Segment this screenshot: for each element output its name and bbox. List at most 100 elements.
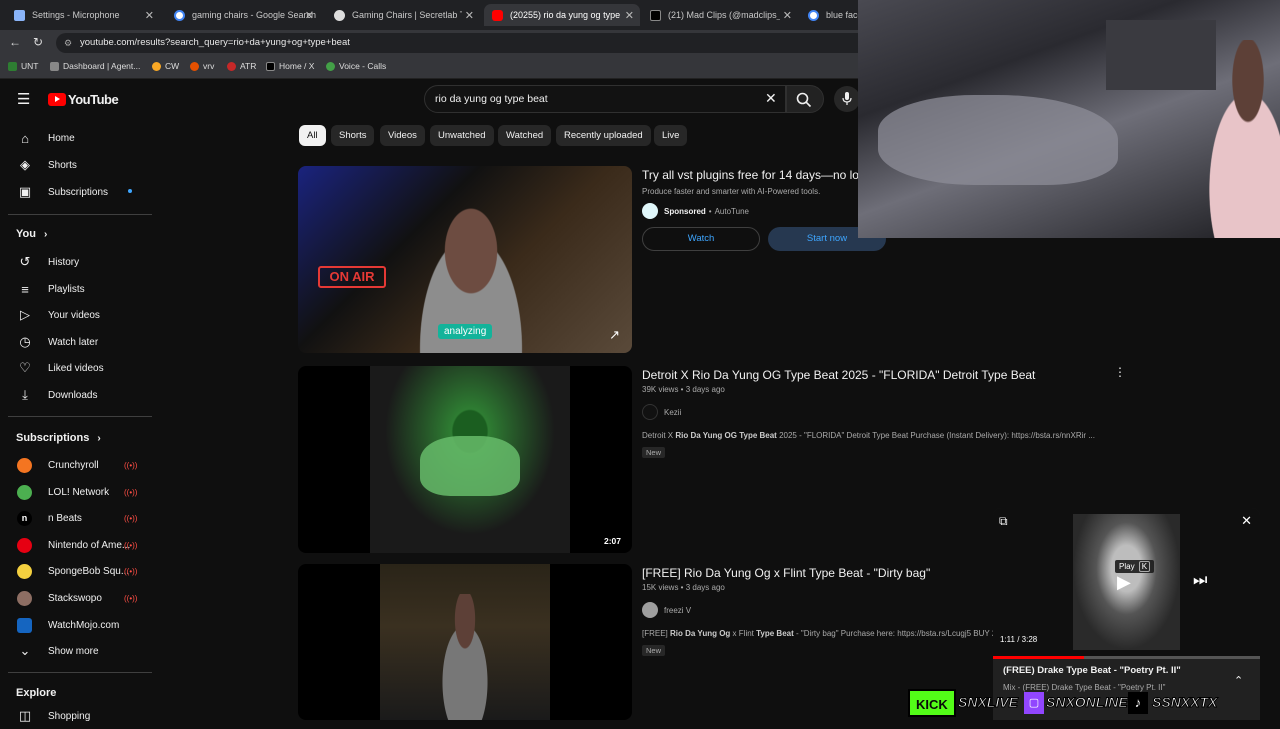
- sidebar-sub-item[interactable]: LOL! Network ((•)): [0, 479, 152, 505]
- you-section-header[interactable]: You ›: [16, 228, 47, 240]
- bookmark-item[interactable]: ATR: [227, 61, 256, 71]
- expand-icon[interactable]: ⧉: [999, 514, 1008, 529]
- more-options-icon[interactable]: ⋮: [1114, 365, 1126, 379]
- shorts-icon: ◈: [20, 157, 30, 172]
- search-input[interactable]: rio da yung og type beat: [435, 93, 548, 105]
- bookmark-item[interactable]: UNT: [8, 61, 38, 71]
- site-info-icon[interactable]: ⚙: [64, 33, 72, 53]
- x-icon: [650, 9, 661, 21]
- show-more-button[interactable]: ⌄ Show more: [0, 638, 152, 664]
- close-icon[interactable]: ✕: [1241, 513, 1252, 529]
- next-track-icon[interactable]: ⏭: [1193, 572, 1207, 590]
- browser-tab[interactable]: Gaming Chairs | Secretlab TITAN ✕: [326, 4, 480, 26]
- chip-videos[interactable]: Videos: [380, 125, 425, 146]
- progress-fill: [993, 656, 1084, 659]
- chip-shorts[interactable]: Shorts: [331, 125, 375, 146]
- sidebar-item-watch-later[interactable]: ◷ Watch later: [0, 329, 152, 355]
- channel-name: Kezii: [664, 407, 682, 417]
- sidebar-sub-item[interactable]: n n Beats ((•)): [0, 505, 152, 531]
- chip-unwatched[interactable]: Unwatched: [430, 125, 494, 146]
- play-icon[interactable]: ▶: [1117, 572, 1131, 593]
- channel-avatar: [642, 404, 658, 420]
- sidebar-item-subscriptions[interactable]: ▣ Subscriptions: [0, 179, 152, 205]
- bookmark-item[interactable]: Voice - Calls: [326, 61, 386, 71]
- kick-handle: SNXLIVE: [958, 694, 1019, 711]
- video-thumbnail[interactable]: 2:07: [298, 366, 632, 553]
- sidebar-item-label: Crunchyroll: [48, 459, 99, 471]
- close-tab-icon[interactable]: ✕: [783, 9, 792, 22]
- miniplayer-title[interactable]: (FREE) Drake Type Beat - "Poetry Pt. II": [1003, 665, 1181, 676]
- address-bar[interactable]: ⚙ youtube.com/results?search_query=rio+d…: [56, 33, 876, 53]
- ad-thumbnail[interactable]: ON AIR analyzing ↗: [298, 166, 632, 353]
- miniplayer-video[interactable]: ⧉ ✕ Play K ▶ ⏭ 1:11 / 3:28: [993, 508, 1260, 656]
- subscriptions-section-header[interactable]: Subscriptions ›: [16, 432, 101, 444]
- sidebar-sub-item[interactable]: Stackswopo ((•)): [0, 585, 152, 611]
- browser-tab[interactable]: Settings - Microphone ✕: [6, 4, 160, 26]
- sidebar-item-shopping[interactable]: ◫ Shopping: [0, 703, 152, 729]
- chip-watched[interactable]: Watched: [498, 125, 552, 146]
- browser-tab-active[interactable]: (20255) rio da yung og type be ✕: [484, 4, 640, 26]
- search-box[interactable]: rio da yung og type beat ✕: [424, 85, 786, 113]
- ad-title[interactable]: Try all vst plugins free for 14 days—no …: [642, 168, 858, 182]
- close-tab-icon[interactable]: ✕: [625, 9, 634, 22]
- bookmark-item[interactable]: CW: [152, 61, 179, 71]
- webcam-feed: [858, 0, 1280, 238]
- browser-tab[interactable]: (21) Mad Clips (@madclips_) / X ✕: [642, 4, 798, 26]
- caption-overlay: analyzing: [438, 324, 493, 339]
- chip-all[interactable]: All: [299, 125, 326, 146]
- sidebar-sub-item[interactable]: Nintendo of Ame... ((•)): [0, 532, 152, 558]
- channel-row[interactable]: freezi V: [642, 602, 691, 618]
- sidebar-item-label: Home: [48, 132, 75, 144]
- section-header-label: You: [16, 228, 36, 240]
- progress-bar[interactable]: [993, 656, 1260, 659]
- ad-watch-button[interactable]: Watch: [642, 227, 760, 251]
- clear-search-icon[interactable]: ✕: [765, 90, 777, 107]
- bookmark-item[interactable]: Dashboard | Agent...: [50, 61, 140, 71]
- sidebar-sub-item[interactable]: WatchMojo.com: [0, 612, 152, 638]
- bookmark-item[interactable]: Home / X: [266, 61, 314, 71]
- channel-avatar: n: [17, 510, 32, 526]
- bookmark-item[interactable]: vrv: [190, 61, 214, 71]
- browser-tab[interactable]: blue face r: [800, 4, 858, 26]
- channel-row[interactable]: Kezii: [642, 404, 681, 420]
- chevron-up-icon[interactable]: ⌃: [1234, 674, 1243, 687]
- video-thumbnail[interactable]: [298, 564, 632, 720]
- sidebar-sub-item[interactable]: Crunchyroll ((•)): [0, 452, 152, 478]
- hamburger-menu-icon[interactable]: ☰: [17, 90, 30, 108]
- sidebar-item-history[interactable]: ↺ History: [0, 249, 152, 275]
- close-tab-icon[interactable]: ✕: [145, 9, 154, 22]
- live-icon: ((•)): [124, 487, 138, 497]
- sidebar-item-label: SpongeBob Squ...: [48, 565, 130, 577]
- sidebar-item-your-videos[interactable]: ▷ Your videos: [0, 302, 152, 328]
- video-title[interactable]: Detroit X Rio Da Yung OG Type Beat 2025 …: [642, 368, 1035, 382]
- sidebar-item-downloads[interactable]: ⤓ Downloads: [0, 382, 152, 408]
- twitch-handle: SNXONLINE: [1046, 694, 1129, 711]
- browser-tab[interactable]: gaming chairs - Google Search ✕: [166, 4, 320, 26]
- back-arrow-icon[interactable]: ←: [9, 35, 21, 49]
- thumbs-up-icon: ♡: [19, 360, 31, 375]
- channel-avatar: [17, 457, 32, 473]
- chip-live[interactable]: Live: [654, 125, 688, 146]
- sidebar-item-playlists[interactable]: ≡ Playlists: [0, 276, 152, 302]
- chip-recently-uploaded[interactable]: Recently uploaded: [556, 125, 651, 146]
- external-link-icon[interactable]: ↗: [609, 327, 620, 343]
- explore-section-header: Explore: [16, 687, 57, 699]
- sidebar-item-label: n Beats: [48, 512, 82, 524]
- vrv-icon: [190, 61, 199, 71]
- sidebar-item-shorts[interactable]: ◈ Shorts: [0, 152, 152, 178]
- tab-title: Settings - Microphone: [32, 10, 120, 20]
- sidebar-sub-item[interactable]: SpongeBob Squ... ((•)): [0, 558, 152, 584]
- reload-icon[interactable]: ↻: [33, 35, 43, 49]
- search-button[interactable]: [786, 85, 824, 113]
- close-tab-icon[interactable]: ✕: [465, 9, 474, 22]
- sidebar-item-liked-videos[interactable]: ♡ Liked videos: [0, 355, 152, 381]
- channel-avatar: [17, 617, 32, 633]
- video-title[interactable]: [FREE] Rio Da Yung Og x Flint Type Beat …: [642, 566, 930, 580]
- time-display: 1:11 / 3:28: [1000, 635, 1038, 644]
- youtube-logo[interactable]: YouTube: [48, 92, 119, 107]
- playlists-icon: ≡: [21, 281, 29, 297]
- sidebar-item-home[interactable]: ⌂ Home: [0, 125, 152, 151]
- sidebar-item-label: Downloads: [48, 389, 98, 401]
- voice-search-button[interactable]: [834, 86, 860, 112]
- close-tab-icon[interactable]: ✕: [305, 9, 314, 22]
